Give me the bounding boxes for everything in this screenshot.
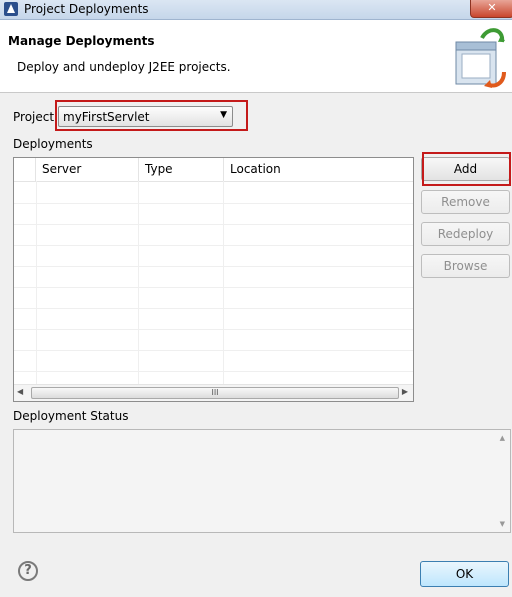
deployments-table[interactable]: Server Type Location ◀ III ▶ xyxy=(13,157,414,402)
project-highlight-box xyxy=(55,100,248,131)
row-divider xyxy=(14,203,413,204)
scroll-down-icon[interactable]: ▼ xyxy=(500,520,505,528)
scroll-grip-icon: III xyxy=(211,388,219,397)
row-divider xyxy=(14,308,413,309)
row-divider xyxy=(14,350,413,351)
row-divider xyxy=(14,329,413,330)
column-divider xyxy=(36,181,37,386)
close-button[interactable]: ✕ xyxy=(470,0,512,18)
banner-heading: Manage Deployments xyxy=(8,34,155,48)
column-divider xyxy=(223,181,224,386)
horizontal-scrollbar[interactable]: ◀ III ▶ xyxy=(14,384,413,401)
window-title: Project Deployments xyxy=(24,2,149,16)
myeclipse-icon xyxy=(4,2,18,16)
ok-button[interactable]: OK xyxy=(420,561,509,587)
help-button[interactable]: ? xyxy=(18,561,38,581)
scroll-right-icon[interactable]: ▶ xyxy=(402,387,408,396)
browse-button[interactable]: Browse xyxy=(421,254,510,278)
scroll-up-icon[interactable]: ▲ xyxy=(500,434,505,442)
close-icon: ✕ xyxy=(487,1,497,14)
deploy-wizard-icon xyxy=(455,28,506,88)
column-header-server[interactable]: Server xyxy=(36,158,139,181)
vertical-scrollbar[interactable]: ▲ ▼ xyxy=(494,430,510,532)
deployment-status-area[interactable]: ▲ ▼ xyxy=(13,429,511,533)
column-divider xyxy=(138,181,139,386)
row-divider xyxy=(14,371,413,372)
scroll-thumb[interactable]: III xyxy=(31,387,399,399)
row-divider xyxy=(14,287,413,288)
row-divider xyxy=(14,266,413,267)
scroll-left-icon[interactable]: ◀ xyxy=(17,387,23,396)
column-header-select[interactable] xyxy=(14,158,36,181)
column-header-type[interactable]: Type xyxy=(139,158,224,181)
wizard-banner: Manage Deployments Deploy and undeploy J… xyxy=(0,20,512,93)
project-label: Project xyxy=(13,110,55,124)
remove-button[interactable]: Remove xyxy=(421,190,510,214)
column-header-location[interactable]: Location xyxy=(224,158,413,181)
redeploy-button[interactable]: Redeploy xyxy=(421,222,510,246)
add-highlight-box xyxy=(422,152,511,186)
row-divider xyxy=(14,245,413,246)
table-header: Server Type Location xyxy=(14,158,413,182)
deployments-label: Deployments xyxy=(13,137,93,151)
banner-description: Deploy and undeploy J2EE projects. xyxy=(17,60,231,74)
title-bar: Project Deployments ✕ xyxy=(0,0,512,20)
deployment-status-label: Deployment Status xyxy=(13,409,129,423)
row-divider xyxy=(14,224,413,225)
help-icon: ? xyxy=(24,563,32,578)
